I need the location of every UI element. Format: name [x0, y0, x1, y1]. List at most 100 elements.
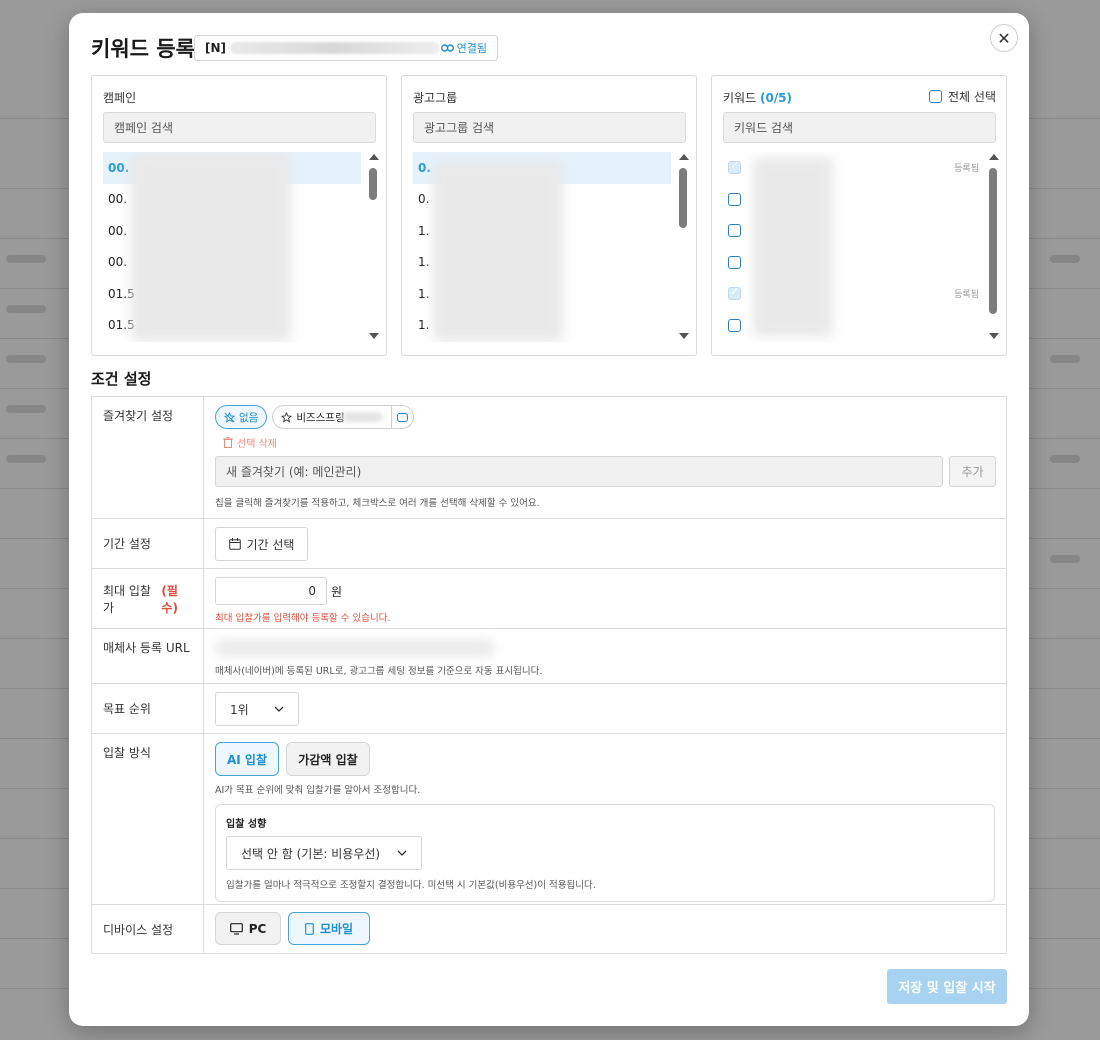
keyword-title: 키워드 (0/5) — [723, 89, 792, 106]
account-name-redacted — [230, 42, 441, 54]
target-rank-label: 목표 순위 — [92, 684, 204, 733]
period-label: 기간 설정 — [92, 519, 204, 568]
calendar-icon — [228, 538, 241, 550]
scroll-down-arrow-icon[interactable] — [679, 333, 689, 339]
device-row: 디바이스 설정 PC 모바일 — [92, 905, 1006, 954]
star-icon — [281, 411, 293, 423]
period-row: 기간 설정 기간 선택 — [92, 519, 1006, 569]
target-rank-select[interactable]: 1위 — [215, 692, 299, 726]
keyword-checkbox[interactable] — [728, 318, 741, 332]
keyword-names-redacted — [753, 157, 833, 337]
keyword-checkbox[interactable] — [728, 224, 741, 238]
scroll-up-arrow-icon[interactable] — [369, 154, 379, 160]
delete-selected-button[interactable]: 선택 삭제 — [223, 435, 996, 450]
keyword-scrollbar[interactable] — [989, 168, 997, 314]
select-all-label: 전체 선택 — [948, 90, 996, 104]
add-favorite-button[interactable]: 추가 — [949, 456, 996, 487]
keyword-checkbox — [728, 159, 741, 175]
keyword-checkbox[interactable] — [728, 255, 741, 269]
url-value-redacted — [215, 639, 495, 657]
chevron-down-icon — [274, 706, 284, 712]
bid-tendency-value: 선택 안 함 (기본: 비용우선) — [241, 846, 381, 861]
url-label: 매체사 등록 URL — [92, 629, 204, 683]
period-select-button[interactable]: 기간 선택 — [215, 527, 308, 561]
bid-method-help: AI가 목표 순위에 맞춰 입찰가를 알아서 조정합니다. — [215, 785, 421, 796]
keyword-title-label: 키워드 — [723, 91, 757, 105]
max-bid-label-text: 최대 입찰가 — [103, 583, 151, 615]
campaign-search-input[interactable]: 캠페인 검색 — [103, 112, 376, 143]
adgroup-panel: 광고그룹 광고그룹 검색 0. 0. 1. 1. 1. 1. — [401, 75, 697, 356]
bid-tendency-select[interactable]: 선택 안 함 (기본: 비용우선) — [226, 836, 422, 870]
save-and-start-button[interactable]: 저장 및 입찰 시작 — [887, 969, 1007, 1004]
device-label: 디바이스 설정 — [92, 905, 204, 953]
campaign-names-redacted — [131, 152, 291, 342]
favorite-chip-checkbox[interactable] — [390, 406, 413, 428]
step-bid-button[interactable]: 가감액 입찰 — [286, 742, 370, 776]
favorites-label: 즐겨찾기 설정 — [92, 397, 204, 518]
adgroup-title: 광고그룹 — [413, 91, 458, 105]
scroll-down-arrow-icon[interactable] — [989, 333, 999, 339]
period-select-label: 기간 선택 — [246, 537, 295, 552]
url-help: 매체사(네이버)에 등록된 URL로, 광고그룹 세팅 정보를 기준으로 자동 … — [215, 666, 543, 677]
keyword-checkbox — [728, 285, 741, 301]
max-bid-row: 최대 입찰가 (필수) 0 원 최대 입찰가를 입력해야 등록할 수 있습니다. — [92, 569, 1006, 629]
favorites-help: 칩을 클릭해 즐겨찾기를 적용하고, 체크박스로 여러 개를 선택해 삭제할 수… — [215, 498, 540, 509]
registered-badge: 등록됨 — [954, 290, 979, 301]
conditions-table: 즐겨찾기 설정 없음 비즈스프링 선택 삭제 새 즐겨찾기 (예: 메인관리) … — [91, 396, 1007, 954]
adgroup-names-redacted — [433, 162, 563, 342]
campaign-title: 캠페인 — [103, 91, 137, 105]
target-rank-row: 목표 순위 1위 — [92, 684, 1006, 734]
bid-method-label: 입찰 방식 — [92, 734, 204, 904]
adgroup-scrollbar[interactable] — [679, 168, 687, 228]
device-mobile-button[interactable]: 모바일 — [288, 912, 370, 945]
max-bid-unit: 원 — [331, 584, 343, 599]
keyword-search-input[interactable]: 키워드 검색 — [723, 112, 996, 143]
favorite-chip-redacted — [342, 412, 383, 422]
new-favorite-input[interactable]: 새 즐겨찾기 (예: 메인관리) — [215, 456, 943, 487]
mobile-icon — [305, 922, 314, 935]
keyword-list: 등록됨 등록됨 — [723, 152, 981, 342]
account-name: [N] — [205, 41, 227, 55]
keyword-count: (0/5) — [759, 91, 793, 105]
delete-selected-label: 선택 삭제 — [237, 439, 277, 450]
device-mobile-label: 모바일 — [319, 922, 354, 936]
adgroup-search-input[interactable]: 광고그룹 검색 — [413, 112, 686, 143]
url-row: 매체사 등록 URL 매체사(네이버)에 등록된 URL로, 광고그룹 세팅 정… — [92, 629, 1006, 684]
monitor-icon — [229, 922, 243, 935]
modal-title: 키워드 등록 — [91, 37, 195, 61]
bid-tendency-title: 입찰 성향 — [226, 819, 267, 830]
device-pc-label: PC — [248, 921, 267, 936]
max-bid-error: 최대 입찰가를 입력해야 등록할 수 있습니다. — [215, 613, 391, 624]
star-off-icon — [224, 411, 235, 423]
conditions-title: 조건 설정 — [91, 370, 152, 388]
bid-tendency-box: 입찰 성향 선택 안 함 (기본: 비용우선) 입찰가를 얼마나 적극적으로 조… — [215, 804, 995, 902]
favorite-chip-none-label: 없음 — [239, 411, 259, 424]
keyword-panel: 키워드 (0/5) 전체 선택 키워드 검색 등록됨 등록됨 — [711, 75, 1007, 356]
campaign-scrollbar[interactable] — [369, 168, 377, 200]
max-bid-label: 최대 입찰가 (필수) — [92, 569, 204, 628]
registered-badge: 등록됨 — [954, 164, 979, 175]
account-link-status[interactable]: 연결됨 — [440, 40, 487, 56]
close-button[interactable]: ✕ — [990, 24, 1018, 52]
favorite-chip-none[interactable]: 없음 — [215, 405, 268, 429]
device-pc-button[interactable]: PC — [215, 912, 281, 945]
chevron-down-icon — [397, 850, 407, 856]
link-icon — [440, 44, 454, 52]
select-all-checkbox[interactable] — [929, 90, 943, 103]
keyword-checkbox[interactable] — [728, 192, 741, 206]
trash-icon — [223, 437, 233, 448]
campaign-list: 00. 00. 00. 00. 01.5 01.5 — [103, 152, 361, 342]
scroll-down-arrow-icon[interactable] — [369, 333, 379, 339]
ai-bid-button[interactable]: AI 입찰 — [215, 742, 279, 776]
target-rank-value: 1위 — [230, 702, 249, 717]
scroll-up-arrow-icon[interactable] — [989, 154, 999, 160]
max-bid-input[interactable]: 0 — [215, 577, 327, 605]
adgroup-list: 0. 0. 1. 1. 1. 1. — [413, 152, 671, 342]
scroll-up-arrow-icon[interactable] — [679, 154, 689, 160]
account-link-label: 연결됨 — [456, 42, 487, 55]
campaign-panel: 캠페인 캠페인 검색 00. 00. 00. 00. 01.5 01.5 — [91, 75, 387, 356]
bid-tendency-help: 입찰가를 얼마나 적극적으로 조정할지 결정합니다. 미선택 시 기본값(비용우… — [226, 880, 596, 891]
bid-method-row: 입찰 방식 AI 입찰 가감액 입찰 AI가 목표 순위에 맞춰 입찰가를 알아… — [92, 734, 1006, 905]
select-all-toggle[interactable]: 전체 선택 — [929, 88, 996, 105]
favorite-chip-saved[interactable]: 비즈스프링 — [272, 405, 414, 429]
